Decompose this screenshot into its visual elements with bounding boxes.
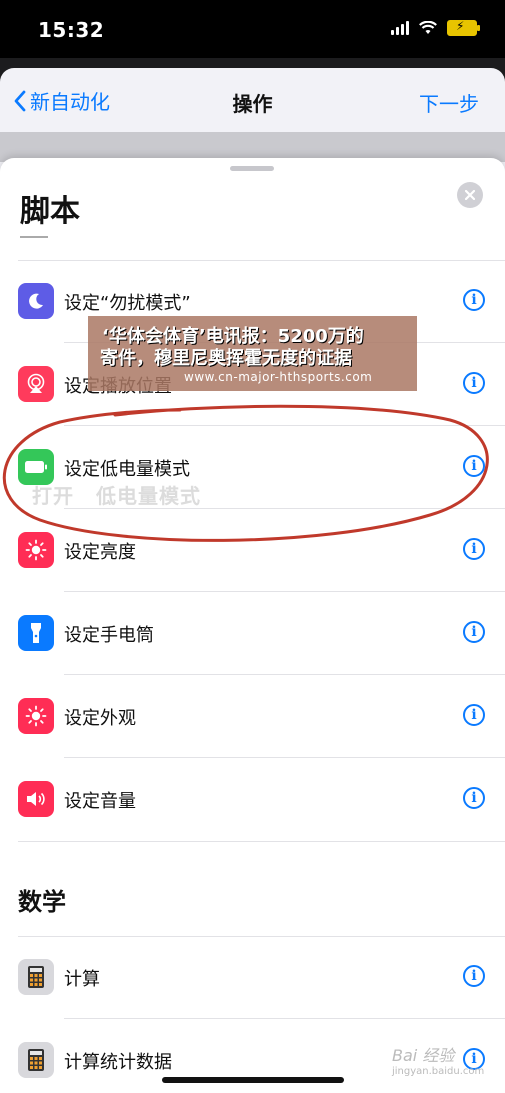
airplay-icon: [18, 366, 54, 402]
action-row-volume[interactable]: 设定音量 i: [0, 758, 505, 841]
calculator-icon: [18, 1042, 54, 1078]
section-title: 数学: [18, 888, 66, 916]
sheet-title: 脚本: [20, 194, 80, 229]
close-button[interactable]: [457, 182, 483, 208]
scroll-edge: [20, 236, 48, 238]
action-label: 设定手电筒: [64, 625, 154, 646]
battery-charging-icon: ⚡: [447, 19, 480, 36]
action-label: 计算: [64, 969, 100, 990]
drag-preview: 打开 低电量模式: [32, 480, 201, 509]
info-button[interactable]: i: [463, 372, 485, 394]
info-button[interactable]: i: [463, 787, 485, 809]
action-row-calculate[interactable]: 计算 i: [0, 936, 505, 1019]
status-bar: 15:32 ⚡: [0, 0, 505, 58]
info-button[interactable]: i: [463, 965, 485, 987]
wifi-icon: [419, 21, 437, 34]
info-button[interactable]: i: [463, 289, 485, 311]
watermark: Bai 经验: [392, 1046, 455, 1065]
info-button[interactable]: i: [463, 621, 485, 643]
action-label: 设定外观: [64, 708, 136, 729]
speaker-icon: [18, 781, 54, 817]
status-icons: ⚡: [391, 19, 480, 36]
cellular-signal-icon: [391, 21, 409, 35]
drag-preview-verb: 打开: [32, 484, 74, 508]
status-time: 15:32: [38, 18, 105, 42]
home-indicator[interactable]: [162, 1077, 344, 1083]
action-label: 设定“勿扰模式”: [64, 293, 191, 314]
action-label: 计算统计数据: [64, 1052, 172, 1073]
watermark-sub: jingyan.baidu.com: [392, 1066, 485, 1077]
calculator-icon: [18, 959, 54, 995]
moon-icon: [18, 283, 54, 319]
action-row-flashlight[interactable]: 设定手电筒 i: [0, 592, 505, 675]
overlay-url: www.cn-major-hthsports.com: [184, 370, 373, 384]
action-label: 设定音量: [64, 791, 136, 812]
next-button[interactable]: 下一步: [419, 88, 479, 117]
action-row-brightness[interactable]: 设定亮度 i: [0, 509, 505, 592]
actions-sheet: 脚本 设定“勿扰模式” i 设定播放位置 i 设定低电量模式 i: [0, 158, 505, 1093]
info-button[interactable]: i: [463, 704, 485, 726]
info-button[interactable]: i: [463, 455, 485, 477]
appearance-icon: [18, 698, 54, 734]
action-label: 设定亮度: [64, 542, 136, 563]
flashlight-icon: [18, 615, 54, 651]
nav-bar: 新自动化 操作 下一步: [0, 68, 505, 132]
action-row-appearance[interactable]: 设定外观 i: [0, 675, 505, 758]
divider: [18, 841, 505, 842]
overlay-line-2: 寄件，穆里尼奥挥霍无度的证据: [100, 348, 352, 369]
caption-overlay: ‘华体会体育’电讯报：5200万的 寄件，穆里尼奥挥霍无度的证据 www.cn-…: [88, 316, 417, 391]
sheet-grabber[interactable]: [230, 166, 274, 171]
sun-icon: [18, 532, 54, 568]
info-button[interactable]: i: [463, 538, 485, 560]
action-label: 设定低电量模式: [64, 459, 190, 480]
drag-preview-object: 低电量模式: [95, 484, 201, 508]
close-icon: [465, 190, 475, 200]
